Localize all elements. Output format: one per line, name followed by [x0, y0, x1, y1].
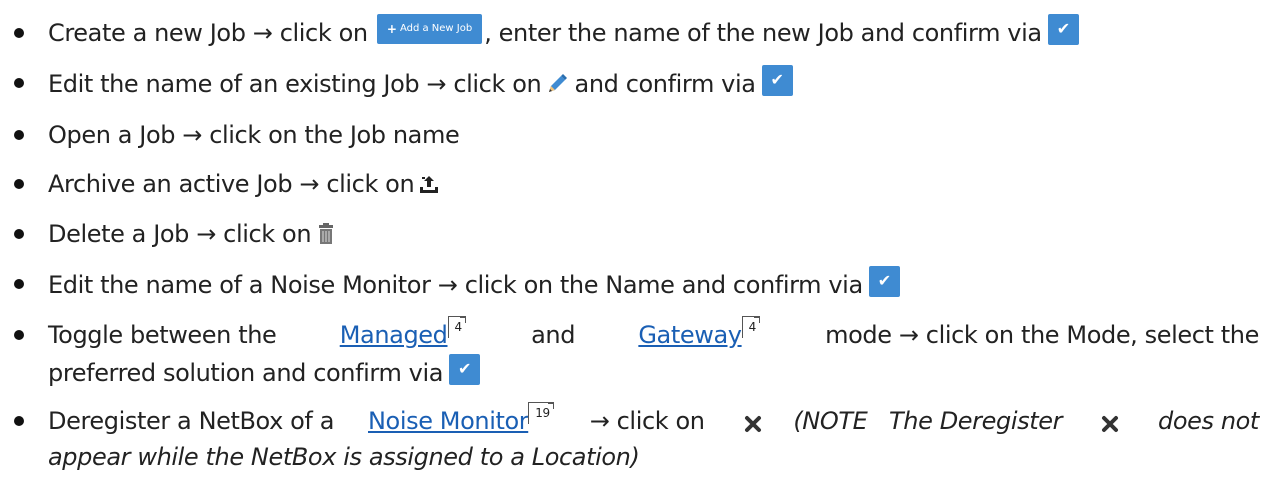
note-text: appear while the NetBox is assigned to a… — [48, 443, 640, 471]
confirm-check-button[interactable]: ✔ — [449, 353, 481, 385]
gateway-link[interactable]: Gateway — [638, 321, 742, 349]
gateway-page-ref[interactable]: 4 — [741, 316, 761, 338]
bullet — [14, 330, 24, 340]
archive-icon[interactable] — [418, 172, 440, 196]
item-text: Deregister a NetBox of a — [48, 407, 342, 435]
check-icon: ✔ — [877, 271, 891, 290]
item-text: and confirm via — [567, 70, 756, 98]
note-text: (NOTE The Deregister — [793, 407, 1070, 435]
managed-page-ref[interactable]: 4 — [447, 316, 467, 338]
check-icon: ✔ — [770, 70, 784, 89]
check-icon: ✔ — [1056, 19, 1070, 38]
item-text: Open a Job → click on the Job name — [48, 121, 460, 149]
confirm-check-button[interactable]: ✔ — [761, 64, 793, 96]
check-icon: ✔ — [458, 359, 472, 378]
trash-icon[interactable] — [315, 222, 337, 246]
item-text: mode → click on the Mode, select the — [817, 321, 1259, 349]
bullet — [14, 28, 24, 38]
confirm-check-button[interactable]: ✔ — [868, 265, 900, 297]
item-text: Edit the name of an existing Job → click… — [48, 70, 542, 98]
item-text: Delete a Job → click on — [48, 220, 312, 248]
item-text: Archive an active Job → click on — [48, 170, 415, 198]
item-text: preferred solution and confirm via — [48, 359, 444, 387]
noise-monitor-link[interactable]: Noise Monitor — [368, 407, 529, 435]
x-icon — [1100, 410, 1120, 432]
bullet — [14, 279, 24, 289]
bullet — [14, 130, 24, 140]
item-text: , enter the name of the new Job and conf… — [484, 19, 1042, 47]
note-text: does not — [1150, 407, 1259, 435]
item-text: Toggle between the — [48, 321, 284, 349]
noise-monitor-page-ref[interactable]: 19 — [528, 402, 555, 424]
add-new-job-label: Add a New Job — [399, 23, 473, 34]
bullet — [14, 179, 24, 189]
confirm-check-button[interactable]: ✔ — [1047, 13, 1079, 45]
item-text: Create a new Job → click on — [48, 19, 375, 47]
pencil-icon[interactable] — [545, 72, 568, 96]
x-icon[interactable] — [743, 410, 763, 432]
plus-icon: + — [386, 22, 397, 36]
add-new-job-button[interactable]: + Add a New Job — [376, 14, 483, 44]
bullet — [14, 416, 24, 426]
item-text: → click on — [582, 407, 712, 435]
item-text: and — [523, 321, 583, 349]
managed-link[interactable]: Managed — [340, 321, 448, 349]
bullet — [14, 78, 24, 88]
item-text: Edit the name of a Noise Monitor → click… — [48, 271, 863, 299]
bullet — [14, 229, 24, 239]
